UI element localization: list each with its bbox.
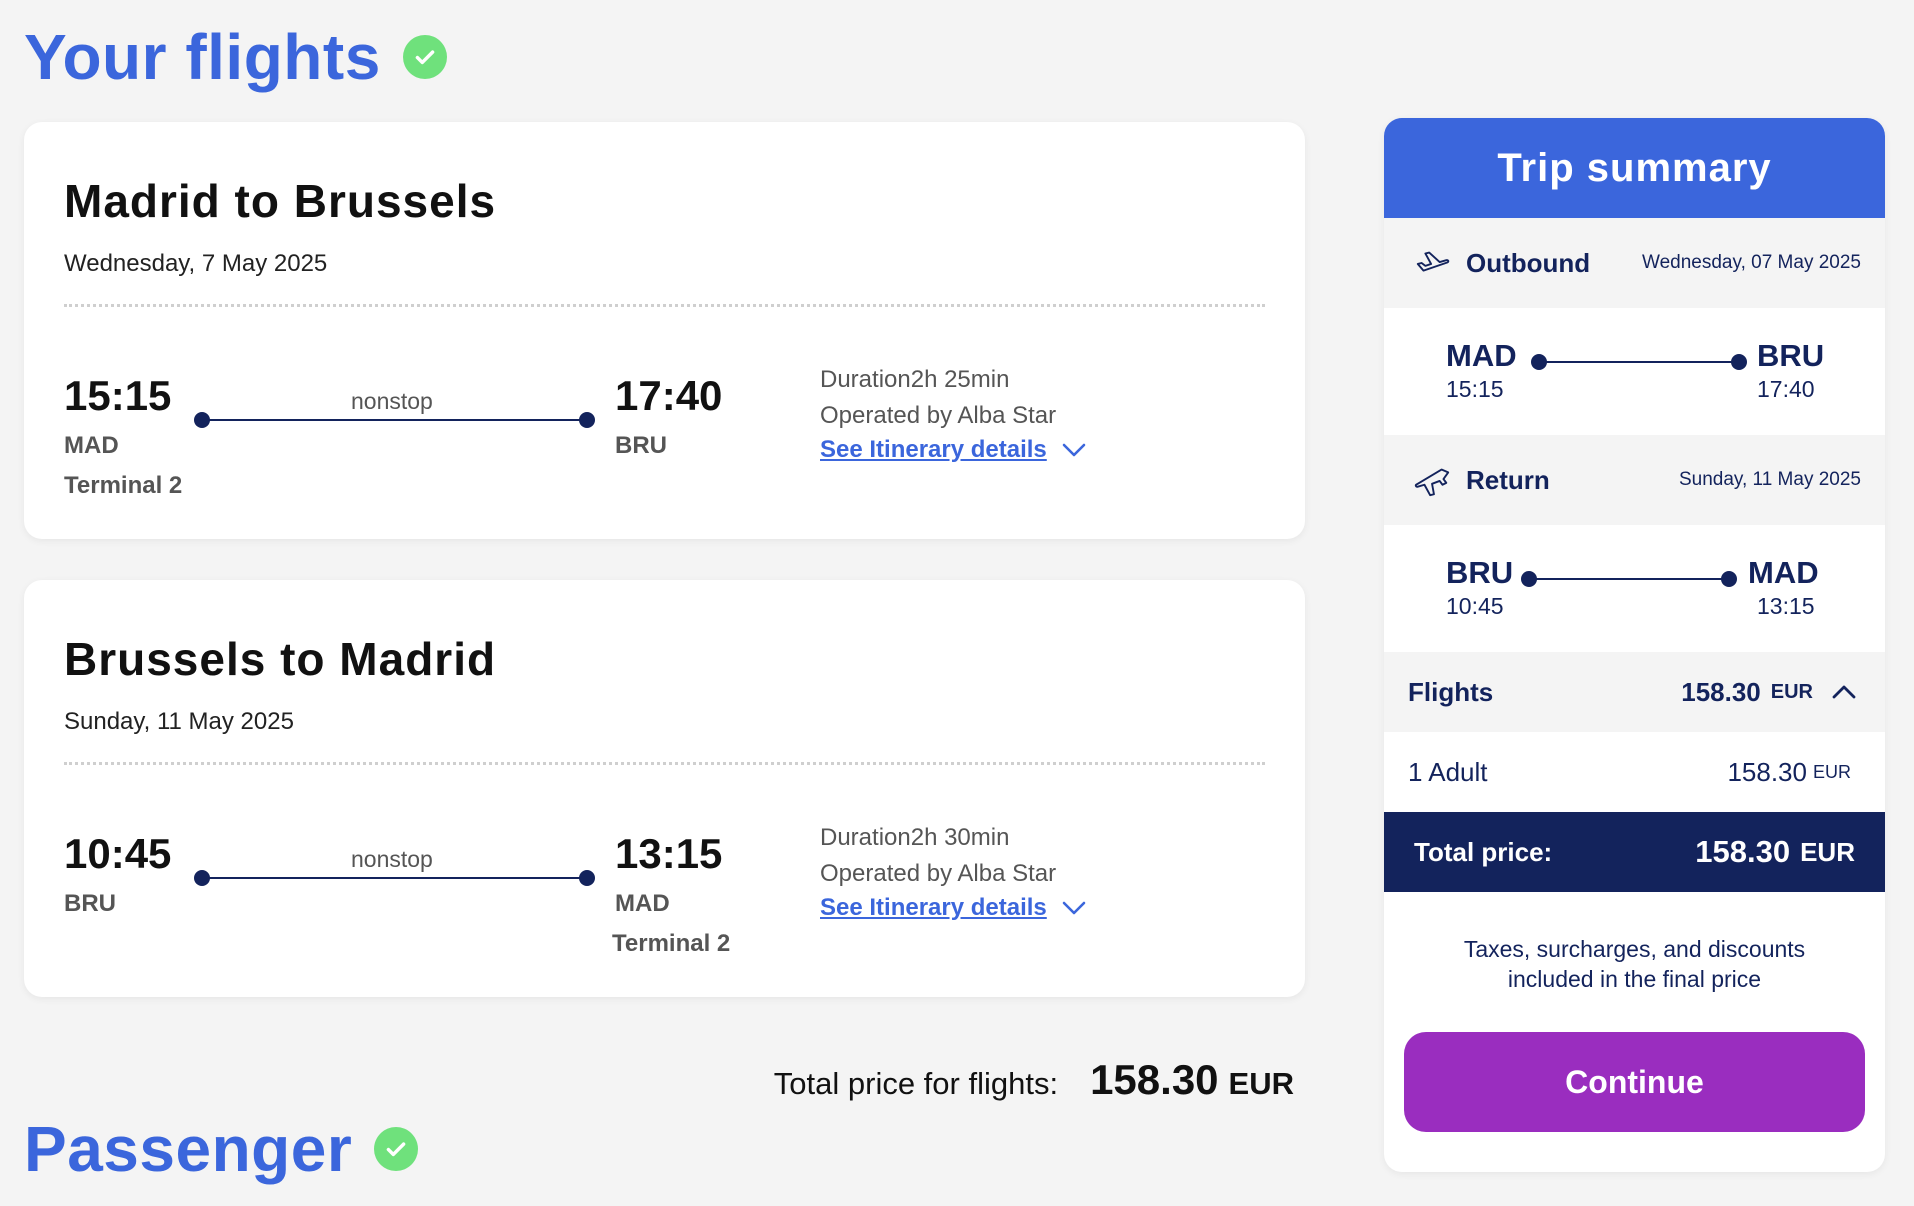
outbound-from-code: MAD (1446, 338, 1517, 373)
divider (64, 304, 1265, 307)
flight-title: Brussels to Madrid (64, 633, 497, 685)
flight-card-outbound: Madrid to Brussels Wednesday, 7 May 2025… (24, 122, 1305, 539)
plane-depart-icon (1416, 251, 1450, 272)
departure-time: 10:45 (64, 830, 172, 877)
total-label: Total price: (1414, 836, 1553, 867)
departure-code: BRU (64, 890, 116, 917)
your-flights-heading: Your flights (24, 20, 447, 94)
adult-label: 1 Adult (1408, 756, 1488, 787)
itinerary-link-label: See Itinerary details (820, 436, 1047, 463)
total-price-row: Total price: 158.30 EUR (1384, 812, 1885, 892)
flight-date: Wednesday, 7 May 2025 (64, 250, 328, 277)
arrival-terminal: Terminal 2 (612, 930, 731, 957)
route-line (194, 870, 595, 886)
arrival-time: 17:40 (615, 372, 723, 419)
arrival-code: BRU (615, 432, 667, 459)
outbound-label: Outbound (1466, 247, 1591, 278)
return-to-code: MAD (1748, 555, 1819, 590)
your-flights-title: Your flights (24, 21, 381, 93)
outbound-route: MAD 15:15 BRU 17:40 (1384, 308, 1885, 435)
operated-by: Operated by Alba Star (820, 860, 1057, 887)
return-label: Return (1466, 464, 1550, 495)
chevron-up-icon (1832, 685, 1856, 699)
stops-label: nonstop (351, 388, 433, 414)
operated-by: Operated by Alba Star (820, 402, 1057, 429)
adult-currency: EUR (1812, 761, 1851, 782)
flight-title: Madrid to Brussels (64, 175, 497, 227)
outbound-header: Outbound Wednesday, 07 May 2025 (1384, 218, 1885, 308)
departure-code: MAD (64, 432, 119, 459)
passenger-title: Passenger (24, 1113, 353, 1185)
taxes-note: Taxes, surcharges, and discounts include… (1463, 936, 1806, 992)
passenger-heading: Passenger (24, 1112, 419, 1186)
trip-summary-title: Trip summary (1384, 118, 1885, 218)
flights-price-toggle[interactable]: Flights 158.30 EUR (1384, 652, 1885, 732)
outbound-to-time: 17:40 (1757, 376, 1815, 402)
return-header: Return Sunday, 11 May 2025 (1384, 435, 1885, 525)
arrival-code: MAD (615, 890, 670, 917)
return-to-time: 13:15 (1757, 593, 1815, 619)
total-amount: 158.30 (1695, 834, 1791, 869)
itinerary-link-label: See Itinerary details (820, 894, 1047, 921)
see-itinerary-details-link[interactable]: See Itinerary details (820, 436, 1087, 464)
total-price-label: Total price for flights: (773, 1066, 1059, 1101)
plane-return-icon (1414, 468, 1450, 497)
adult-amount: 158.30 (1727, 756, 1807, 787)
chevron-down-icon (1062, 901, 1086, 915)
chevron-down-icon (1062, 443, 1086, 457)
outbound-date: Wednesday, 07 May 2025 (1642, 252, 1861, 273)
see-itinerary-details-link[interactable]: See Itinerary details (820, 894, 1087, 922)
flight-date: Sunday, 11 May 2025 (64, 708, 294, 735)
total-currency: EUR (1800, 836, 1855, 867)
return-from-time: 10:45 (1446, 593, 1504, 619)
flights-amount: 158.30 (1681, 676, 1761, 707)
flight-duration: Duration2h 25min (820, 366, 1010, 393)
total-price-value: 158.30 (1090, 1056, 1219, 1103)
flight-duration: Duration2h 30min (820, 824, 1010, 851)
stops-label: nonstop (351, 846, 433, 872)
total-price-for-flights: Total price for flights: 158.30 EUR (774, 1056, 1294, 1104)
continue-button[interactable]: Continue (1404, 1032, 1865, 1132)
check-circle-icon (374, 1127, 419, 1171)
flights-label: Flights (1408, 676, 1494, 707)
check-circle-icon (402, 35, 447, 79)
trip-summary-panel: Trip summary Outbound Wednesday, 07 May … (1384, 118, 1885, 1172)
total-price-currency: EUR (1228, 1066, 1294, 1101)
return-route: BRU 10:45 MAD 13:15 (1384, 525, 1885, 652)
flights-currency: EUR (1770, 680, 1813, 703)
departure-terminal: Terminal 2 (64, 472, 183, 499)
arrival-time: 13:15 (615, 830, 723, 877)
outbound-route-line (1531, 354, 1747, 370)
divider (64, 762, 1265, 765)
return-route-line (1521, 571, 1737, 587)
return-from-code: BRU (1446, 555, 1514, 590)
return-date: Sunday, 11 May 2025 (1678, 469, 1861, 490)
outbound-to-code: BRU (1757, 338, 1825, 373)
outbound-from-time: 15:15 (1446, 376, 1504, 402)
flight-card-return: Brussels to Madrid Sunday, 11 May 2025 1… (24, 580, 1305, 997)
route-line (194, 412, 595, 428)
departure-time: 15:15 (64, 372, 172, 419)
adult-price-row: 1 Adult 158.30 EUR (1384, 732, 1885, 812)
